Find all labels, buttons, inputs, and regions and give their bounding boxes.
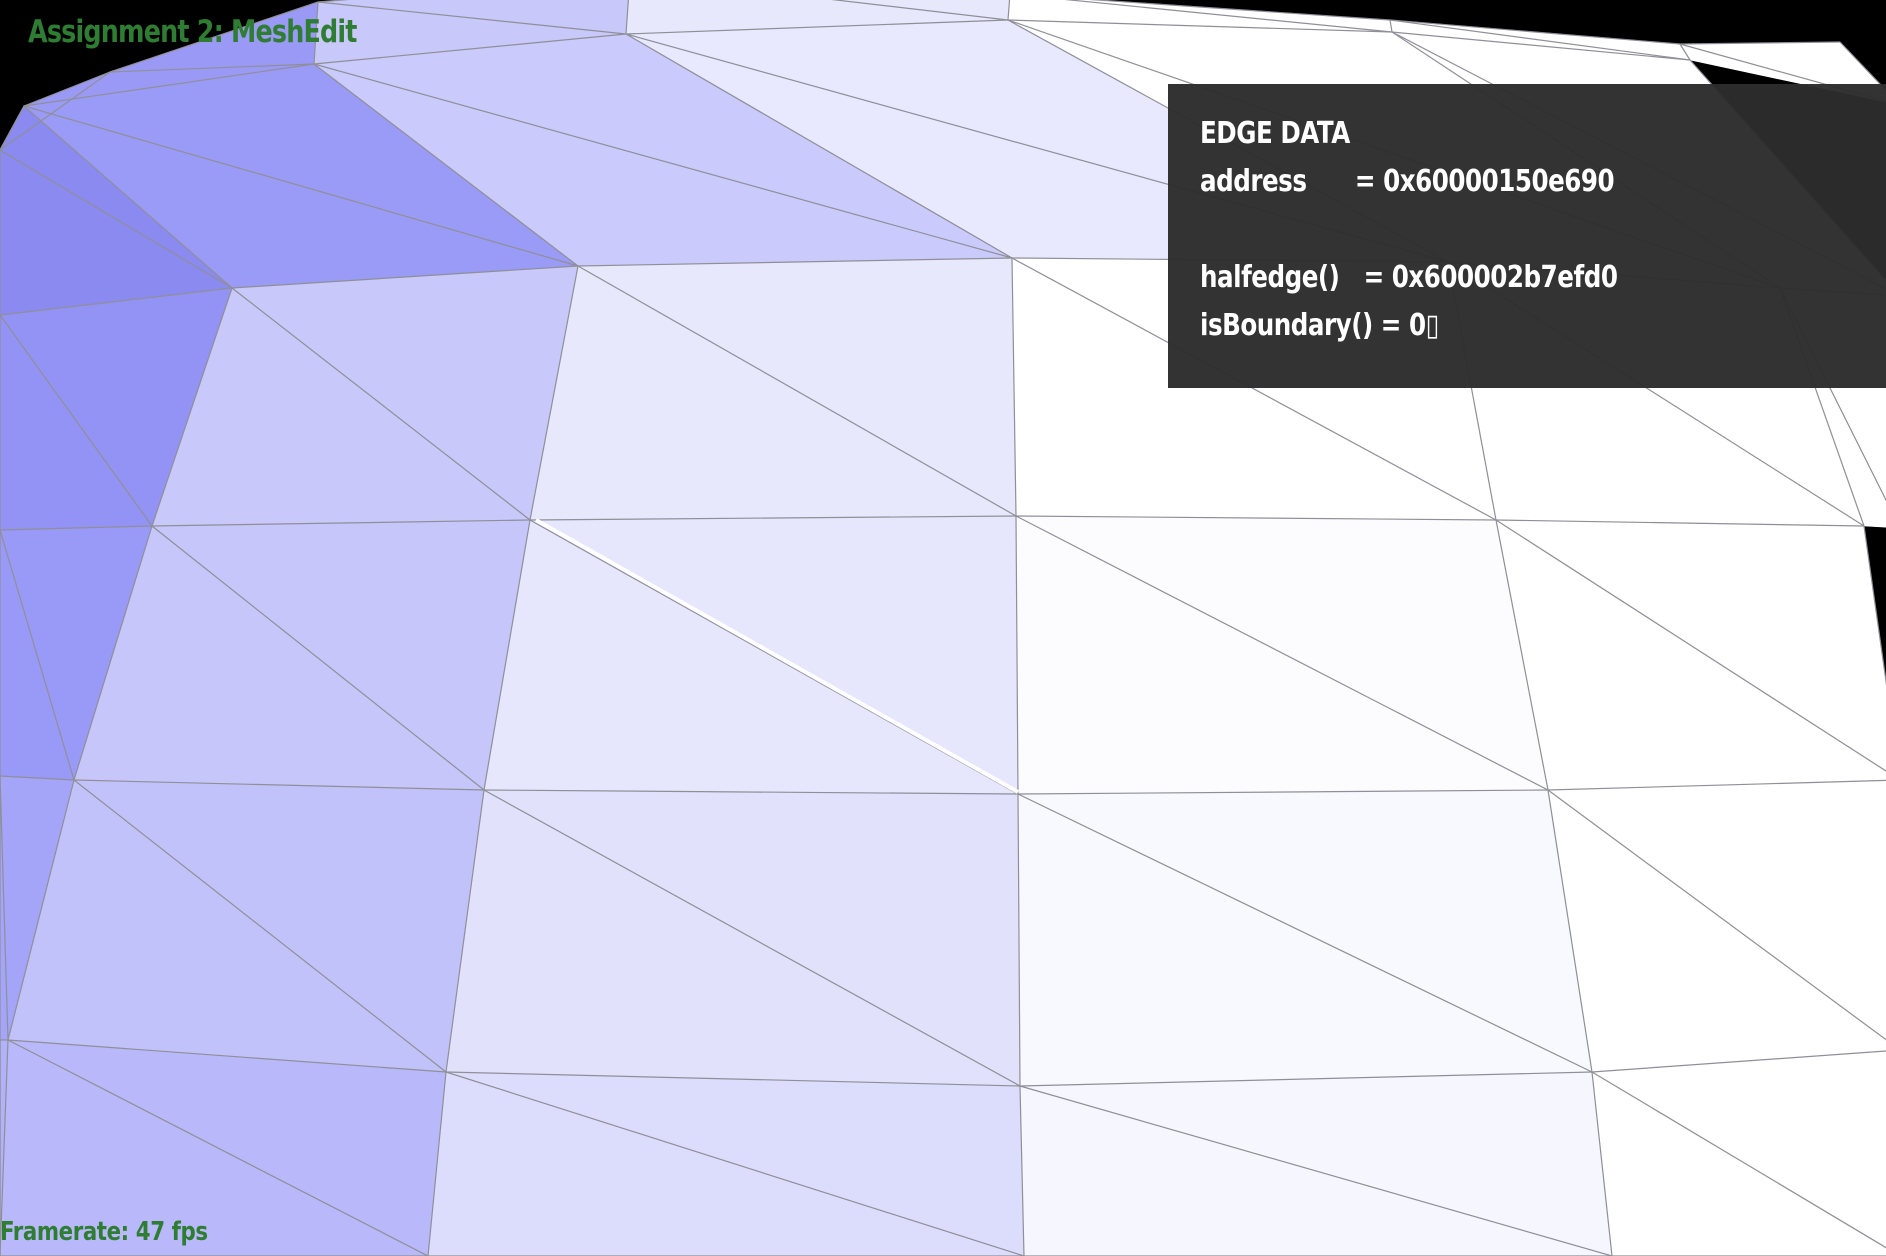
mesh-face[interactable] — [73, 519, 531, 791]
mesh-face[interactable] — [1017, 789, 1593, 1087]
mesh-face[interactable] — [1019, 1071, 1613, 1256]
edge-is-boundary: isBoundary() = 0▯ — [1200, 308, 1439, 343]
edge-halfedge: halfedge() = 0x600002b7efd0 — [1200, 260, 1618, 295]
mesh-face[interactable] — [7, 779, 485, 1073]
mesh-face[interactable] — [1547, 780, 1886, 1073]
mesh-face[interactable] — [483, 515, 1019, 795]
mesh-face[interactable] — [445, 789, 1021, 1087]
framerate-readout: Framerate: 47 fps — [0, 1217, 208, 1247]
edge-address: address = 0x60000150e690 — [1200, 164, 1615, 199]
mesh-face[interactable] — [1495, 519, 1886, 791]
mesh-face[interactable] — [529, 257, 1017, 521]
app-title: Assignment 2: MeshEdit — [28, 14, 357, 50]
mesh-face[interactable] — [427, 1071, 1025, 1256]
edge-data-heading: EDGE DATA — [1200, 116, 1350, 151]
mesh-face[interactable] — [1591, 1050, 1886, 1256]
edge-data-panel: EDGE DATA address = 0x60000150e690 halfe… — [1168, 84, 1886, 388]
